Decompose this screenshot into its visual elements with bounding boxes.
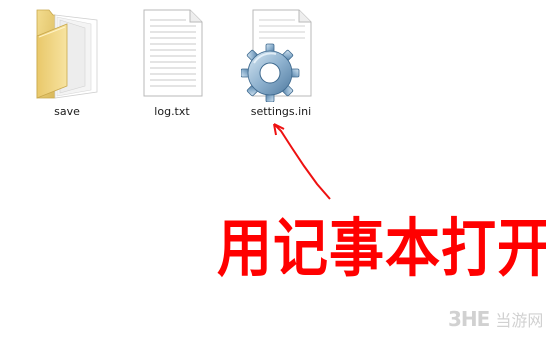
file-item-settings-ini[interactable]: settings.ini bbox=[233, 6, 329, 124]
file-label-log-txt: log.txt bbox=[154, 105, 190, 118]
text-file-icon bbox=[143, 9, 203, 97]
file-item-log-txt[interactable]: log.txt bbox=[124, 6, 220, 124]
watermark-logo: 3HE bbox=[448, 307, 490, 331]
watermark: 3HE 当游网 bbox=[448, 307, 543, 331]
annotation-text: 用记事本打开 bbox=[217, 211, 546, 286]
file-item-save[interactable]: save bbox=[19, 6, 115, 124]
settings-gear-icon bbox=[241, 9, 312, 102]
folder-icon bbox=[36, 9, 98, 99]
file-label-save: save bbox=[54, 105, 80, 118]
file-label-settings-ini: settings.ini bbox=[250, 105, 312, 118]
watermark-text: 当游网 bbox=[495, 311, 544, 330]
